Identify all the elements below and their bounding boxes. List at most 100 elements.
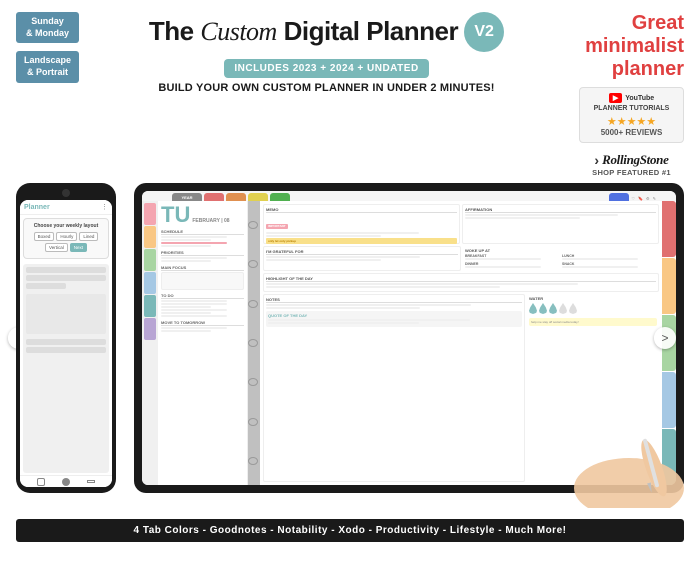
ring-7 [248, 457, 258, 465]
great-minimalist-text: Greatminimalistplanner [585, 12, 684, 81]
priorities-section: PRIORITIES [161, 250, 244, 262]
lunch-line [562, 258, 638, 260]
next-button[interactable]: Next [70, 243, 87, 252]
right-tab-blue[interactable] [662, 372, 676, 428]
preview-line-2 [26, 275, 106, 281]
snack-line [562, 266, 638, 268]
blue-tab[interactable] [144, 272, 156, 294]
right-tab-yellow[interactable] [662, 258, 676, 314]
dinner-snack-section: DINNER SNACK [465, 262, 657, 269]
notes-section: NOTES QUOTE OF THE DAY [263, 294, 525, 482]
layout-button-row-2: Vertical Next [28, 243, 104, 252]
main-focus-box [161, 272, 244, 290]
todo-line-5 [161, 312, 211, 314]
quote-header: QUOTE OF THE DAY [268, 313, 520, 318]
water-header: WATER [529, 296, 657, 301]
phone-bottom-bar [20, 475, 112, 487]
vertical-button[interactable]: Vertical [45, 243, 68, 252]
quote-line-1 [268, 319, 470, 321]
reviews-count: 5000+ REVIEWS [587, 128, 676, 137]
right-tab-red[interactable] [662, 201, 676, 257]
memo-pickup-line: only let only pickup [266, 238, 457, 244]
quote-line-2 [268, 322, 419, 324]
phone-btn-2 [62, 478, 70, 486]
rolling-stone-box: › RollingStone SHOP FEATURED #1 [579, 148, 684, 177]
schedule-line-3 [161, 245, 211, 247]
water-drop-2 [539, 303, 547, 314]
tab-1[interactable] [204, 193, 224, 201]
right-nav-arrow[interactable]: > [654, 327, 676, 349]
right-tab-teal[interactable] [662, 429, 676, 485]
title-suffix: Digital Planner [277, 16, 458, 46]
schedule-line-highlight [161, 242, 227, 244]
shop-featured-label: SHOP FEATURED #1 [579, 168, 684, 177]
highlight-header: HIGHLIGHT OF THE DAY [266, 276, 656, 282]
woke-up-section: WOKE UP AT BREAKFAST LUNCH [463, 246, 659, 271]
move-tomorrow-header: MOVE TO TOMORROW [161, 320, 244, 326]
todo-section: TO DO [161, 293, 244, 317]
teal-tab[interactable] [144, 295, 156, 317]
preview-line-4 [26, 339, 106, 345]
woke-up-header: WOKE UP AT [465, 248, 657, 253]
priorities-line-2 [161, 260, 211, 262]
orange-tab[interactable] [144, 226, 156, 248]
schedule-header: SCHEDULE [161, 229, 244, 235]
star-rating: ★★★★★ [587, 115, 676, 128]
date-month-day: FEBRUARY | 08 [192, 218, 229, 224]
build-text: BUILD YOUR OWN CUSTOM PLANNER IN UNDER 2… [79, 82, 574, 94]
tablet-mockup: YEAR ♡ 🔖 ⚙ ✎ [134, 183, 684, 493]
phone-planner-preview [23, 264, 109, 473]
purple-tab[interactable] [144, 318, 156, 340]
preview-line-5 [26, 347, 106, 353]
youtube-logo: ▶ YouTube [587, 93, 676, 103]
right-content-col: MEMO IMPORTANT only let only pickup AFFI… [260, 201, 662, 485]
todo-line-3 [161, 306, 211, 308]
tab-2[interactable] [226, 193, 246, 201]
phone-camera [62, 189, 70, 197]
memo-line-1 [266, 232, 419, 234]
phone-app-name: Planner [24, 204, 50, 211]
rolling-stone-title: RollingStone [602, 152, 668, 168]
priorities-line-1 [161, 257, 227, 259]
green-tab[interactable] [144, 249, 156, 271]
tab-3[interactable] [248, 193, 268, 201]
youtube-icon: ▶ [609, 93, 622, 103]
boxed-button[interactable]: Boxed [34, 232, 55, 241]
notes-line-1 [266, 304, 471, 306]
hourly-button[interactable]: Hourly [56, 232, 77, 241]
main-focus-header: MAIN FOCUS [161, 265, 244, 271]
youtube-box: ▶ YouTube PLANNER TUTORIALS ★★★★★ 5000+ … [579, 87, 684, 143]
meals-section: BREAKFAST LUNCH [465, 254, 657, 261]
ring-2 [248, 260, 258, 268]
planner-main-layout: TU FEBRUARY | 08 SCHEDULE [142, 201, 676, 485]
water-drop-3 [549, 303, 557, 314]
phone-screen: Planner ⋮ Choose your weekly layout Boxe… [20, 200, 112, 487]
phone-mockup: Planner ⋮ Choose your weekly layout Boxe… [16, 183, 116, 493]
tab-4[interactable] [270, 193, 290, 201]
highlight-section: HIGHLIGHT OF THE DAY [263, 273, 659, 292]
preview-line-3 [26, 283, 66, 289]
memo-affirmation-row: MEMO IMPORTANT only let only pickup AFFI… [263, 204, 659, 244]
phone-area: < Planner ⋮ Choose your weekly layout Bo… [16, 183, 126, 493]
schedule-line-2 [161, 239, 211, 241]
lined-button[interactable]: Lined [79, 232, 98, 241]
highlight-line-2 [266, 286, 500, 288]
water-drops-container [529, 303, 657, 314]
notes-header: NOTES [266, 297, 522, 303]
phone-calendar-preview [26, 294, 106, 334]
water-section: WATER [527, 294, 659, 482]
move-tomorrow-section: MOVE TO TOMORROW [161, 320, 244, 332]
bottom-bar: 4 Tab Colors - Goodnotes - Notability - … [16, 519, 684, 542]
sticky-note: help me stay off social media today! [529, 318, 657, 326]
year-tab[interactable]: YEAR [172, 193, 202, 201]
memo-header: MEMO [266, 207, 457, 213]
phone-home-btn[interactable] [37, 478, 45, 486]
lunch-col: LUNCH [562, 254, 657, 261]
pink-tab[interactable] [144, 203, 156, 225]
memo-section: MEMO IMPORTANT only let only pickup [263, 204, 460, 244]
tab-extra[interactable] [609, 193, 629, 201]
ring-binding [248, 201, 260, 485]
phone-nav-bar: Planner ⋮ [20, 200, 112, 215]
todo-line-6 [161, 315, 227, 317]
memo-line-2 [266, 235, 381, 237]
